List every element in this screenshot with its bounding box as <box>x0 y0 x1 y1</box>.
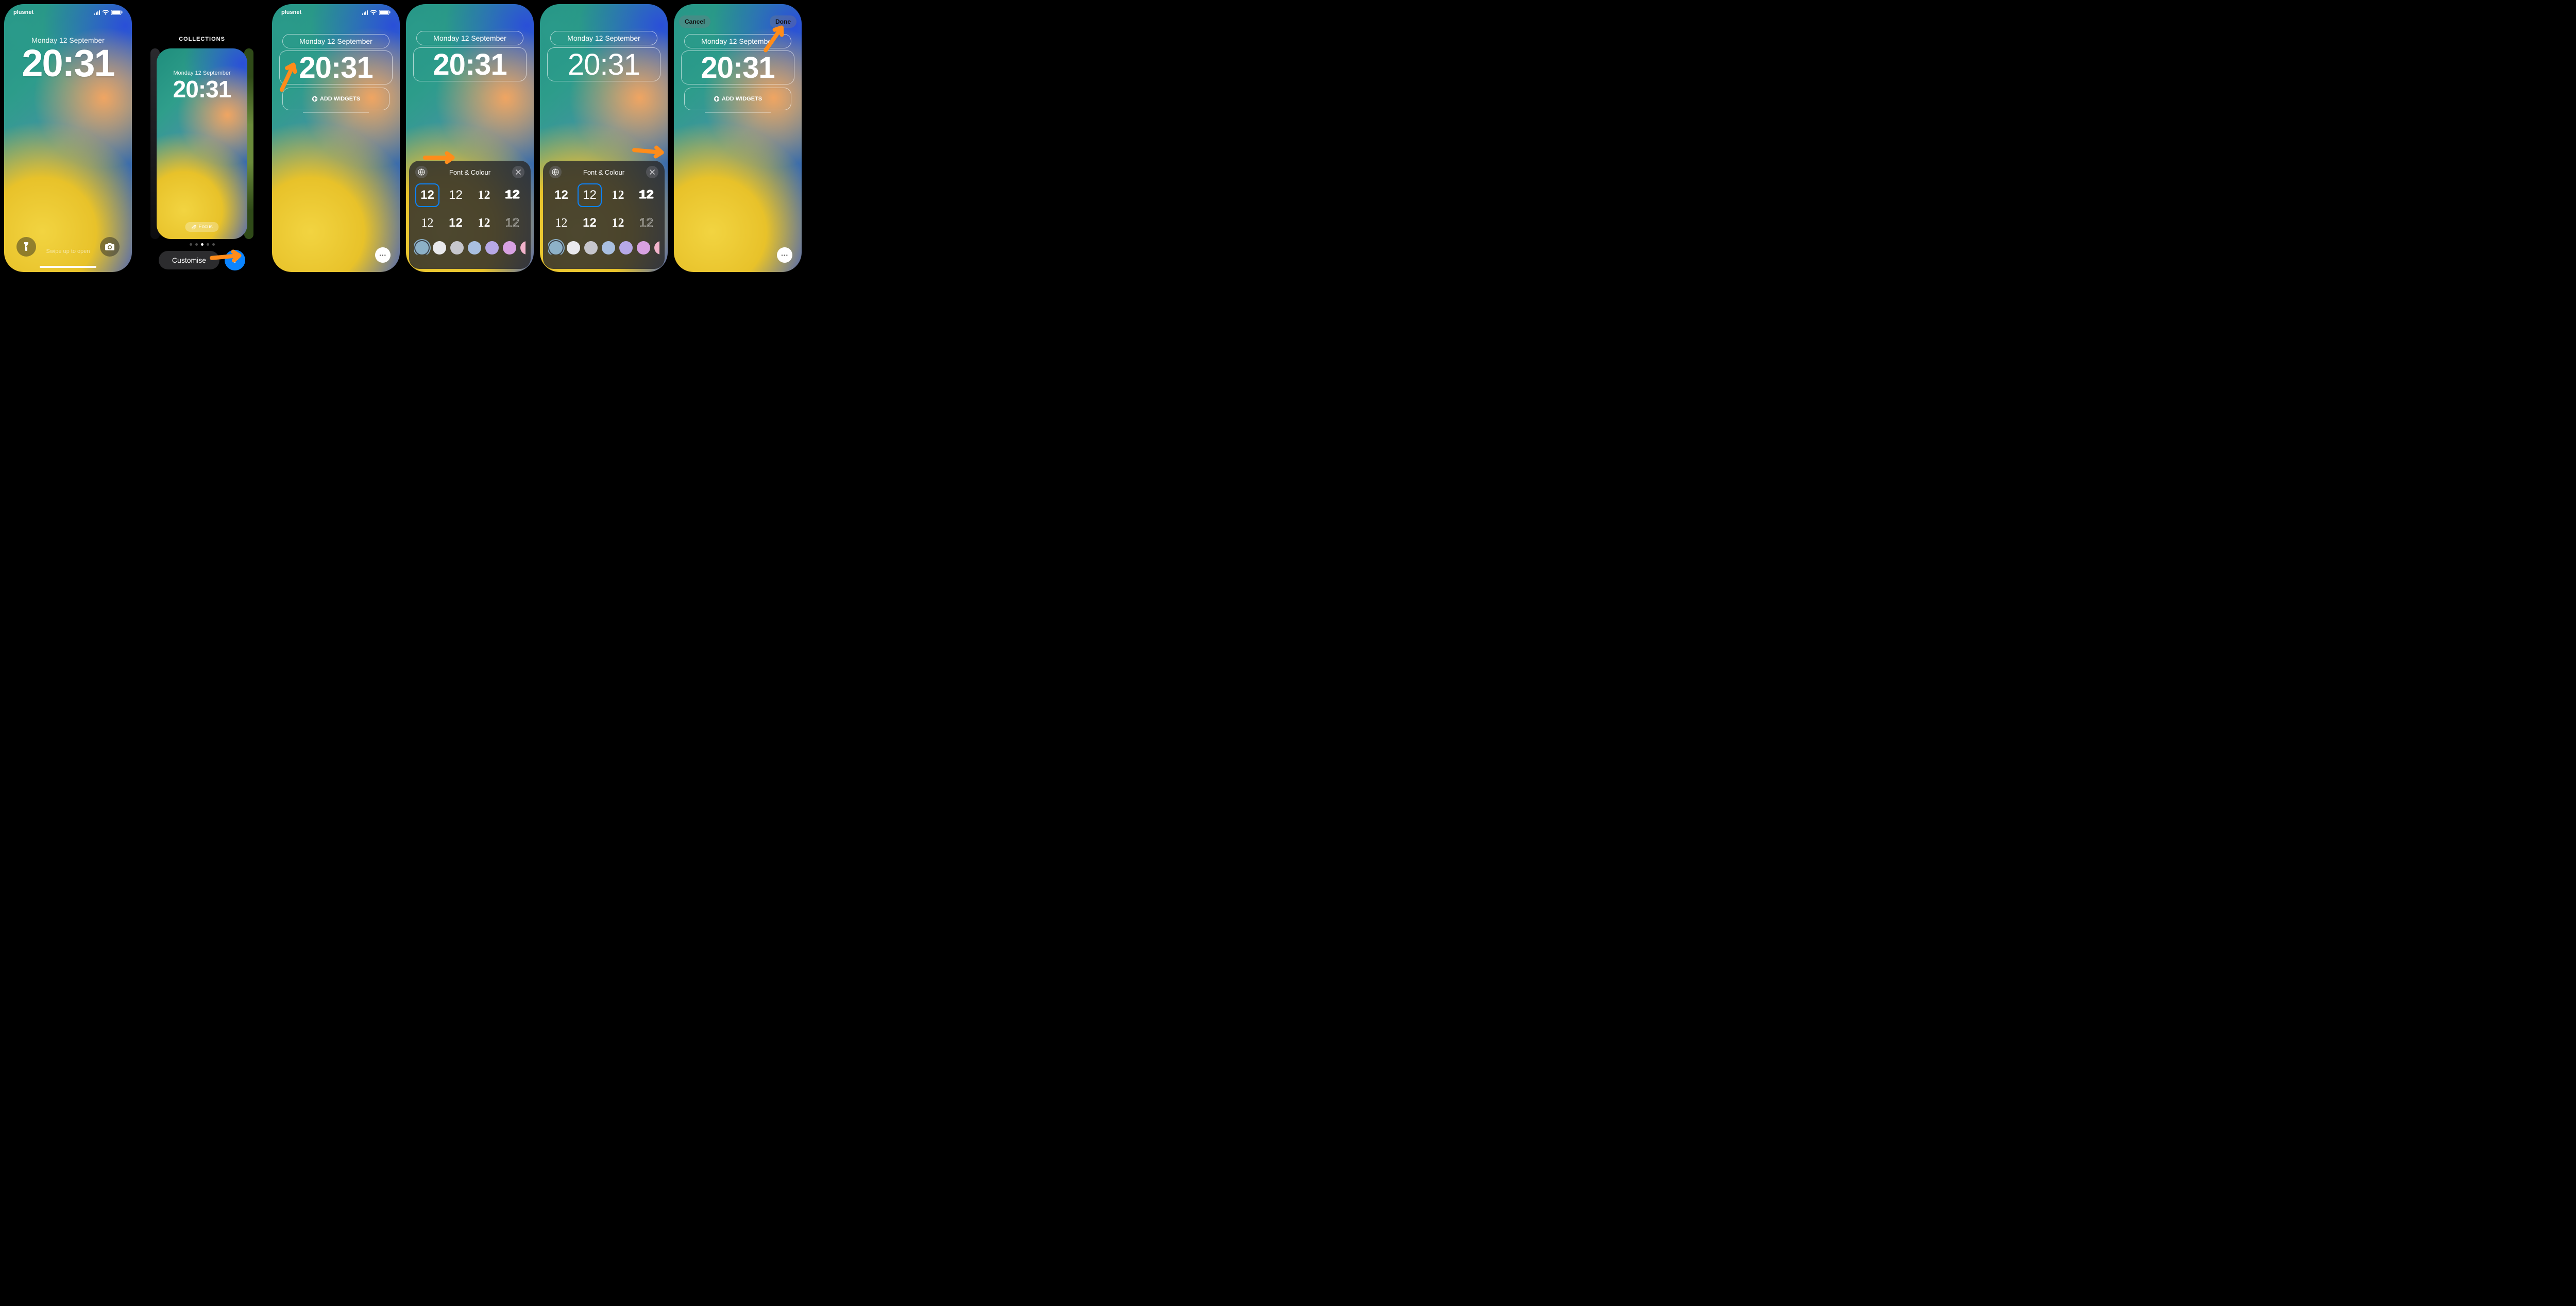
colour-swatch[interactable] <box>503 241 516 255</box>
page-dots <box>190 243 215 246</box>
close-sheet-button[interactable] <box>646 166 658 178</box>
font-grid: 12 12 12 12 12 12 12 12 <box>414 182 526 236</box>
lockscreen-time: 20:31 <box>4 41 132 85</box>
add-widgets-button[interactable]: ADD WIDGETS <box>684 88 791 110</box>
colour-swatch[interactable] <box>549 241 563 255</box>
screen-wallpaper-gallery: COLLECTIONS Monday 12 September 20:31 Fo… <box>138 4 266 272</box>
colour-swatch[interactable] <box>450 241 464 255</box>
colour-row[interactable] <box>548 236 659 255</box>
edit-divider <box>705 112 771 113</box>
colour-swatch[interactable] <box>637 241 650 255</box>
colour-swatch[interactable] <box>602 241 615 255</box>
font-option-6[interactable]: 12 <box>444 211 468 235</box>
edit-date-slot[interactable]: Monday 12 September <box>416 31 523 45</box>
mini-date: Monday 12 September <box>157 70 247 76</box>
colour-swatch[interactable] <box>654 241 659 255</box>
swipe-hint: Swipe up to open <box>4 248 132 255</box>
font-option-6[interactable]: 12 <box>578 211 602 235</box>
link-icon <box>191 225 196 230</box>
plus-circle-icon <box>714 96 720 102</box>
font-option-7[interactable]: 12 <box>606 211 630 235</box>
font-option-4[interactable]: 12 <box>634 183 658 207</box>
edit-time-slot[interactable]: 20:31 <box>681 50 794 84</box>
font-grid: 12 12 12 12 12 12 12 12 <box>548 182 659 236</box>
status-icons <box>362 10 391 15</box>
battery-icon <box>379 10 391 15</box>
carrier-label: plusnet <box>13 9 33 15</box>
wifi-icon <box>370 10 377 15</box>
close-icon <box>650 169 655 175</box>
colour-swatch[interactable] <box>567 241 580 255</box>
font-colour-sheet: Font & Colour 12 12 12 12 12 12 12 12 <box>543 161 665 269</box>
colour-swatch[interactable] <box>485 241 499 255</box>
status-bar: plusnet <box>4 9 132 15</box>
colour-swatch[interactable] <box>584 241 598 255</box>
edit-date-slot[interactable]: Monday 12 September <box>282 34 389 48</box>
screen-font-colour-1: Monday 12 September 20:31 Font & Colour … <box>406 4 534 272</box>
globe-icon <box>418 168 425 176</box>
battery-icon <box>111 10 123 15</box>
plus-circle-icon <box>312 96 318 102</box>
font-option-3[interactable]: 12 <box>472 183 496 207</box>
status-bar: plusnet <box>272 9 400 15</box>
add-widgets-label: ADD WIDGETS <box>722 96 762 102</box>
edit-time-slot[interactable]: 20:31 <box>279 50 393 84</box>
screen-lockscreen: plusnet Monday 12 September 20:31 Swipe … <box>4 4 132 272</box>
more-options-button[interactable]: ··· <box>375 247 391 263</box>
wallpaper-carousel[interactable]: Monday 12 September 20:31 Focus <box>138 48 266 239</box>
focus-link-button[interactable]: Focus <box>185 222 218 232</box>
close-sheet-button[interactable] <box>512 166 524 178</box>
focus-label: Focus <box>198 224 212 230</box>
colour-swatch[interactable] <box>415 241 429 255</box>
font-option-2[interactable]: 12 <box>578 183 602 207</box>
wifi-icon <box>102 10 109 15</box>
font-option-1[interactable]: 12 <box>549 183 573 207</box>
screen-edit-done: Cancel Done Monday 12 September 20:31 AD… <box>674 4 802 272</box>
home-indicator[interactable] <box>40 266 96 268</box>
font-option-1[interactable]: 12 <box>415 183 439 207</box>
font-option-5[interactable]: 12 <box>415 211 439 235</box>
sheet-title: Font & Colour <box>562 168 646 176</box>
colour-swatch[interactable] <box>520 241 526 255</box>
add-wallpaper-button[interactable]: + <box>225 250 245 270</box>
colour-swatch[interactable] <box>619 241 633 255</box>
edit-date-slot[interactable]: Monday 12 September <box>684 34 791 48</box>
signal-icon <box>94 10 100 15</box>
status-icons <box>94 10 123 15</box>
edit-date-slot[interactable]: Monday 12 September <box>550 31 657 45</box>
font-option-2[interactable]: 12 <box>444 183 468 207</box>
signal-icon <box>362 10 368 15</box>
font-option-8[interactable]: 12 <box>500 211 524 235</box>
add-widgets-button[interactable]: ADD WIDGETS <box>282 88 389 110</box>
wallpaper-card-current[interactable]: Monday 12 September 20:31 Focus <box>157 48 247 239</box>
globe-button[interactable] <box>549 166 562 178</box>
mini-time: 20:31 <box>157 75 247 103</box>
edit-time-slot[interactable]: 20:31 <box>547 47 660 81</box>
screen-edit-lockscreen: plusnet Monday 12 September 20:31 ADD WI… <box>272 4 400 272</box>
sheet-title: Font & Colour <box>428 168 512 176</box>
font-option-4[interactable]: 12 <box>500 183 524 207</box>
carrier-label: plusnet <box>281 9 301 15</box>
font-colour-sheet: Font & Colour 12 12 12 12 12 12 12 12 <box>409 161 531 269</box>
customise-button[interactable]: Customise <box>159 251 219 269</box>
font-option-5[interactable]: 12 <box>549 211 573 235</box>
close-icon <box>516 169 521 175</box>
globe-button[interactable] <box>415 166 428 178</box>
colour-swatch[interactable] <box>433 241 446 255</box>
collections-label: COLLECTIONS <box>179 36 225 42</box>
add-widgets-label: ADD WIDGETS <box>320 96 360 102</box>
screen-font-colour-2: Monday 12 September 20:31 Font & Colour … <box>540 4 668 272</box>
colour-row[interactable] <box>414 236 526 255</box>
edit-time-slot[interactable]: 20:31 <box>413 47 527 81</box>
font-option-3[interactable]: 12 <box>606 183 630 207</box>
more-options-button[interactable]: ··· <box>777 247 792 263</box>
globe-icon <box>552 168 559 176</box>
font-option-7[interactable]: 12 <box>472 211 496 235</box>
done-button[interactable]: Done <box>770 15 796 28</box>
lockscreen-date: Monday 12 September <box>4 36 132 44</box>
colour-swatch[interactable] <box>468 241 481 255</box>
cancel-button[interactable]: Cancel <box>679 15 710 28</box>
edit-divider <box>303 112 369 113</box>
font-option-8[interactable]: 12 <box>634 211 658 235</box>
